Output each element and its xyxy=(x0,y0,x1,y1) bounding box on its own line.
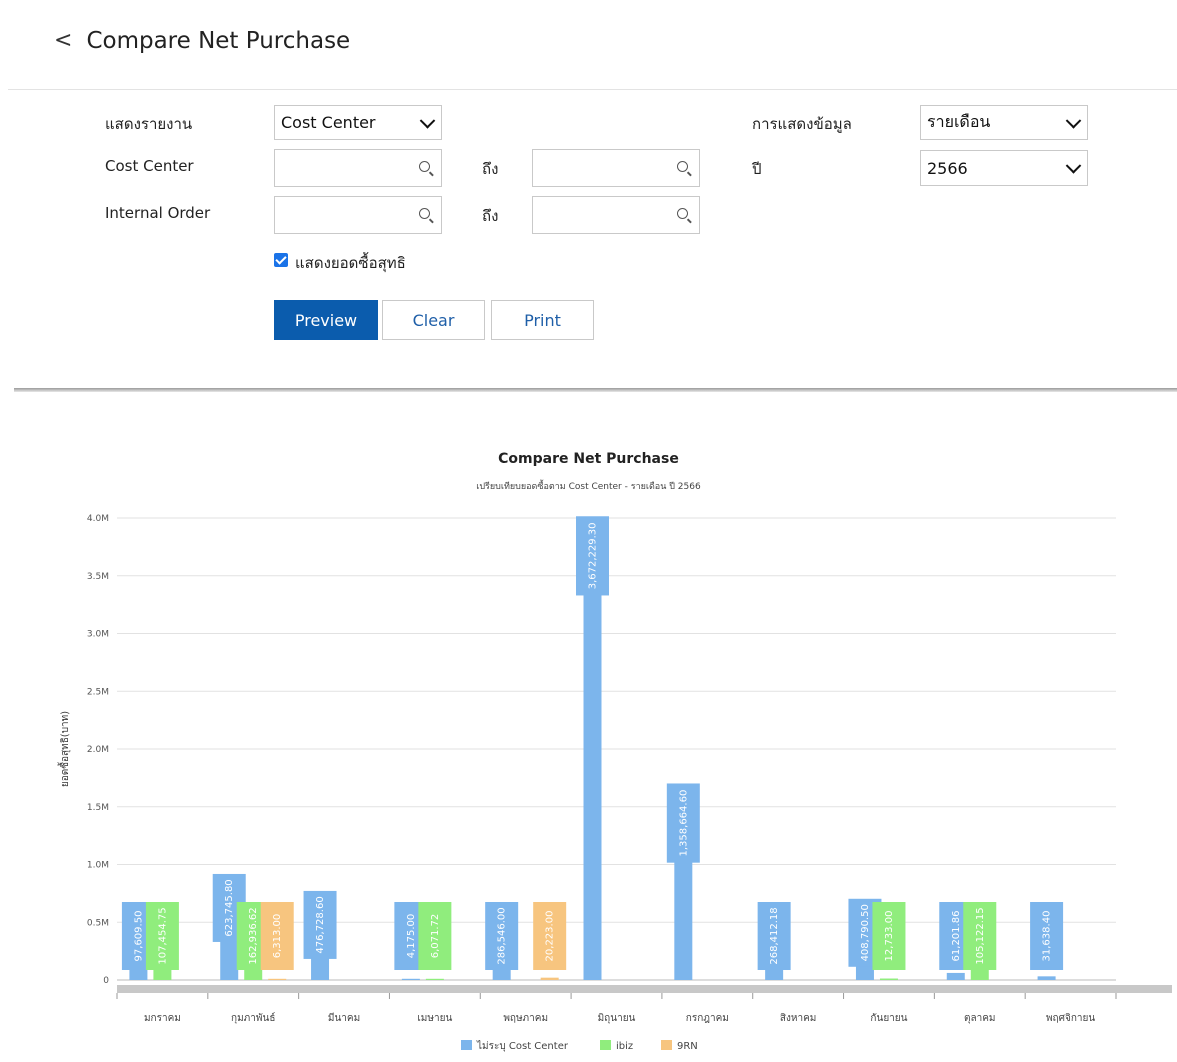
y-tick-label: 1.0M xyxy=(87,861,109,871)
data-label: 623,745.80 xyxy=(224,879,235,936)
data-label: 6,313.00 xyxy=(272,914,283,959)
data-label: 12,733.00 xyxy=(884,911,895,962)
data-label: 286,546.00 xyxy=(497,907,508,964)
legend-swatch xyxy=(461,1040,472,1050)
x-tick-label: มิถุนายน xyxy=(598,1013,636,1024)
legend-swatch xyxy=(600,1040,611,1050)
bar xyxy=(879,978,898,980)
bar xyxy=(425,978,444,980)
data-label: 31,638.40 xyxy=(1042,911,1053,962)
data-label: 162,936.62 xyxy=(248,907,259,964)
bar xyxy=(129,968,148,980)
x-tick-label: พฤศจิกายน xyxy=(1046,1013,1095,1024)
legend-swatch xyxy=(661,1040,672,1050)
x-tick-label: พฤษภาคม xyxy=(503,1013,548,1024)
bar xyxy=(268,978,287,980)
data-label: 4,175.00 xyxy=(406,914,417,959)
data-label: 105,122.15 xyxy=(975,907,986,964)
data-label: 6,071.72 xyxy=(430,914,441,959)
data-label: 61,201.86 xyxy=(951,911,962,962)
y-tick-label: 2.5M xyxy=(87,687,109,697)
chart-scrollbar[interactable] xyxy=(117,985,1172,993)
y-tick-label: 3.0M xyxy=(87,630,109,640)
legend-item[interactable]: ibiz xyxy=(616,1041,633,1052)
x-tick-label: กรกฎาคม xyxy=(686,1013,729,1024)
y-tick-label: 4.0M xyxy=(87,514,109,524)
data-label: 3,672,229.30 xyxy=(588,522,599,589)
x-tick-label: สิงหาคม xyxy=(780,1013,816,1024)
bar-chart: 0 0.5M 1.0M 1.5M 2.0M 2.5M 3.0M 3.5M 4.0M ยอดซื้อ… xyxy=(57,514,1172,1052)
x-tick-label: เมษายน xyxy=(417,1013,452,1024)
data-label: 268,412.18 xyxy=(769,907,780,964)
y-tick-label: 2.0M xyxy=(87,745,109,755)
legend-item[interactable]: ไม่ระบุ Cost Center xyxy=(476,1040,569,1052)
bar xyxy=(946,972,965,980)
y-tick-label: 3.5M xyxy=(87,572,109,582)
data-label: 1,358,664.60 xyxy=(678,790,689,857)
bar xyxy=(1037,976,1056,980)
x-tick-label: กุมภาพันธ์ xyxy=(231,1012,275,1024)
x-tick-label: มีนาคม xyxy=(328,1012,360,1024)
x-tick-label: ตุลาคม xyxy=(964,1013,996,1024)
data-label: 20,223.00 xyxy=(545,911,556,962)
x-tick-label: มกราคม xyxy=(144,1013,181,1024)
y-tick-label: 0 xyxy=(103,976,109,986)
data-label: 408,790.50 xyxy=(860,904,871,961)
bar xyxy=(583,555,602,980)
y-axis-label: ยอดซื้อสุทธิ(บาท) xyxy=(57,711,71,787)
bar xyxy=(401,978,420,980)
x-tick-label: กันยายน xyxy=(870,1013,907,1024)
legend-item[interactable]: 9RN xyxy=(677,1041,698,1052)
data-label: 107,454.75 xyxy=(157,907,168,964)
y-tick-label: 1.5M xyxy=(87,803,109,813)
y-tick-label: 0.5M xyxy=(87,918,109,928)
data-label: 476,728.60 xyxy=(315,896,326,953)
bar xyxy=(540,977,559,980)
data-label: 97,609.50 xyxy=(133,911,144,962)
